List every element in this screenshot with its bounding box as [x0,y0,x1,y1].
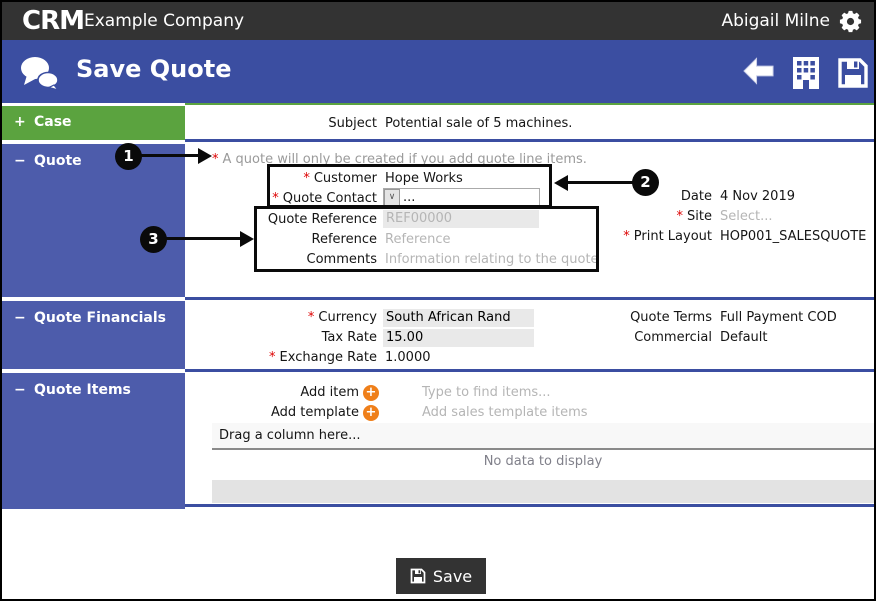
expand-plus-icon: + [14,114,26,130]
title-bar: Save Quote [2,40,874,103]
section-divider [185,369,874,372]
customer-value: Hope Works [385,171,463,186]
settings-gear-icon[interactable] [837,8,864,35]
commercial-value[interactable]: Default [720,328,768,348]
collapse-minus-icon: − [14,310,26,326]
chevron-down-icon[interactable]: ∨ [384,189,400,206]
save-button[interactable]: Save [396,558,486,594]
quote-chat-icon [18,54,62,96]
section-divider [185,139,874,142]
case-section-divider [185,103,874,105]
site-label: * Site [676,209,712,224]
subject-value: Potential sale of 5 machines. [385,116,573,131]
top-bar: CRM Example Company Abigail Milne [2,2,874,40]
tax-rate-input[interactable]: 15.00 [383,329,534,347]
section-divider [185,297,874,300]
customer-label: * Customer [303,171,377,186]
exchange-rate-label: * Exchange Rate [269,350,377,365]
currency-label: * Currency [307,310,377,325]
add-template-plus-icon[interactable]: + [363,405,379,421]
quote-contact-field[interactable]: ∨ ... [383,188,540,207]
quote-warning-text: A quote will only be created if you add … [222,152,587,167]
print-layout-label: * Print Layout [623,229,712,244]
required-asterisk: * [303,171,310,186]
save-disk-icon[interactable] [837,56,869,94]
commercial-label: Commercial [634,330,712,345]
site-select[interactable]: Select... [720,207,773,227]
sidebar-section-quote[interactable]: − Quote [2,144,185,297]
sidebar-section-case[interactable]: + Case [2,106,185,140]
quote-contact-value[interactable]: ... [400,190,415,205]
page-title: Save Quote [76,55,232,83]
reference-label: Reference [311,232,377,247]
collapse-minus-icon: − [14,382,26,398]
quote-reference-label: Quote Reference [267,212,377,227]
currency-input[interactable]: South African Rand [383,309,534,327]
save-button-disk-icon [410,568,426,584]
tax-rate-label: Tax Rate [321,330,377,345]
company-building-icon[interactable] [791,56,821,94]
required-asterisk: * [212,152,219,167]
quote-terms-value[interactable]: Full Payment COD [720,308,837,328]
callout-1-arrowhead [198,148,212,164]
required-asterisk: * [269,350,276,365]
comments-label: Comments [306,252,377,267]
required-asterisk: * [272,191,279,206]
save-button-label: Save [432,566,473,586]
required-asterisk: * [307,310,315,325]
required-asterisk: * [676,209,684,224]
quote-contact-label: * Quote Contact [272,191,377,206]
sidebar-quote-financials-label: Quote Financials [34,310,166,326]
add-item-plus-icon[interactable]: + [363,385,379,401]
back-icon[interactable] [742,56,775,90]
user-name[interactable]: Abigail Milne [721,11,830,31]
app-window: CRM Example Company Abigail Milne Save Q… [0,0,876,601]
sidebar-section-quote-financials[interactable]: − Quote Financials [2,301,185,369]
callout-3: 3 [140,226,167,253]
grid-empty-message: No data to display [483,454,603,469]
date-value[interactable]: 4 Nov 2019 [720,187,795,207]
sidebar-section-quote-items[interactable]: − Quote Items [2,373,185,509]
quote-warning: * A quote will only be created if you add… [212,150,587,170]
quote-reference-input: REF00000 [383,210,539,228]
sidebar-quote-items-label: Quote Items [34,382,131,398]
callout-1-arrow-line [141,154,199,157]
sidebar-quote-label: Quote [34,153,82,169]
collapse-minus-icon: − [14,153,26,169]
add-item-label: Add item [300,385,359,400]
comments-input[interactable]: Information relating to the quote [385,250,599,270]
add-item-search-input[interactable]: Type to find items... [422,383,551,403]
crm-logo: CRM [22,6,85,36]
callout-3-arrowhead [240,231,254,247]
subject-label: Subject [328,116,377,131]
add-template-label: Add template [271,405,359,420]
required-asterisk: * [623,229,630,244]
callout-3-arrow-line [166,237,240,240]
exchange-rate-value[interactable]: 1.0000 [385,348,431,368]
callout-2-arrow-line [568,181,634,184]
grid-footer-bar [212,480,874,503]
company-name: Example Company [84,11,245,31]
print-layout-value[interactable]: HOP001_SALESQUOTE [720,227,866,247]
callout-2-arrowhead [554,175,568,191]
add-template-input[interactable]: Add sales template items [422,403,588,423]
quote-terms-label: Quote Terms [630,310,712,325]
callout-2: 2 [632,169,659,196]
section-divider [185,504,874,507]
sidebar-case-label: Case [34,114,72,130]
callout-1: 1 [115,143,142,170]
grid-group-by-area[interactable]: Drag a column here... [212,423,874,450]
reference-input[interactable]: Reference [385,230,450,250]
